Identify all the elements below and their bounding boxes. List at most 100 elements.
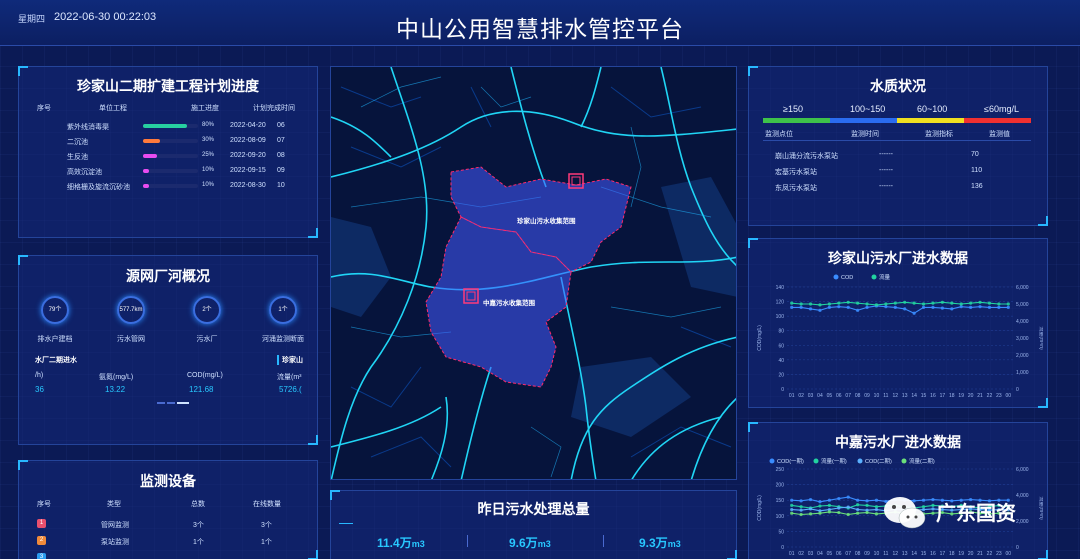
map-view[interactable]: 珍家山污水收集范围 中嘉污水收集范围	[330, 66, 737, 480]
data-point[interactable]	[874, 507, 879, 512]
data-point[interactable]	[808, 512, 813, 516]
data-point[interactable]	[827, 305, 831, 309]
data-point[interactable]	[893, 301, 897, 305]
data-point[interactable]	[856, 308, 860, 312]
data-point[interactable]	[978, 305, 982, 309]
data-point[interactable]	[799, 512, 803, 517]
data-point[interactable]	[912, 301, 916, 305]
data-point[interactable]	[921, 302, 926, 306]
data-point[interactable]	[837, 497, 841, 501]
data-point[interactable]	[931, 301, 935, 305]
data-point[interactable]	[978, 300, 982, 304]
data-point[interactable]	[987, 301, 992, 305]
data-point[interactable]	[799, 505, 803, 509]
source-title: 源网厂河概况	[126, 268, 210, 284]
data-point[interactable]	[856, 503, 860, 507]
data-point[interactable]	[931, 305, 935, 309]
data-point[interactable]	[837, 305, 841, 309]
data-point[interactable]	[846, 512, 850, 517]
data-point[interactable]	[865, 305, 869, 309]
data-point[interactable]	[790, 507, 794, 512]
chart-legend-item[interactable]: COD(一期)	[769, 458, 805, 465]
device-row-type: 管网监测	[101, 522, 129, 529]
data-point[interactable]	[799, 305, 803, 309]
data-point[interactable]	[846, 305, 850, 309]
data-point[interactable]	[997, 305, 1001, 309]
data-point[interactable]	[790, 503, 794, 507]
data-point[interactable]	[912, 311, 916, 315]
data-point[interactable]	[921, 305, 926, 309]
data-point[interactable]	[827, 503, 831, 507]
water-col-time: 监测时间	[851, 131, 879, 138]
data-point[interactable]	[856, 511, 860, 515]
data-point[interactable]	[1006, 305, 1010, 309]
x-tick-label: 03	[808, 551, 814, 557]
data-point[interactable]	[808, 497, 813, 502]
summary-panel: 昨日污水处理总量 11.4万m3 9.6万m3 9.3万m3	[330, 490, 737, 559]
data-point[interactable]	[790, 301, 794, 305]
data-point[interactable]	[950, 307, 954, 311]
map-svg[interactable]: 珍家山污水收集范围 中嘉污水收集范围	[331, 67, 737, 480]
data-point[interactable]	[903, 300, 907, 304]
data-point[interactable]	[790, 511, 794, 515]
data-point[interactable]	[818, 504, 822, 508]
pager-dot-2[interactable]	[167, 402, 175, 404]
chart1-svg[interactable]: COD 流量02040608010012014001,0002,0003,0004…	[753, 271, 1043, 403]
data-point[interactable]	[790, 305, 794, 309]
data-point[interactable]	[846, 300, 850, 304]
data-point[interactable]	[799, 499, 803, 503]
data-point[interactable]	[940, 300, 944, 304]
data-point[interactable]	[874, 512, 879, 516]
data-point[interactable]	[818, 303, 822, 307]
chart-legend-item[interactable]: COD(二期)	[857, 458, 893, 465]
data-point[interactable]	[808, 507, 813, 511]
data-point[interactable]	[818, 511, 822, 515]
chart-legend-item[interactable]: 流量	[871, 273, 891, 281]
data-point[interactable]	[865, 503, 869, 507]
data-point[interactable]	[969, 301, 973, 305]
chart-legend-item[interactable]: 流量(一期)	[813, 457, 847, 465]
data-point[interactable]	[790, 498, 794, 502]
data-point[interactable]	[865, 302, 869, 306]
data-point[interactable]	[969, 305, 973, 309]
data-point[interactable]	[799, 508, 803, 512]
data-point[interactable]	[959, 302, 963, 306]
data-point[interactable]	[874, 498, 879, 502]
data-point[interactable]	[856, 301, 860, 305]
data-point[interactable]	[903, 307, 907, 311]
data-point[interactable]	[837, 506, 841, 510]
pager-dot-3[interactable]	[177, 402, 189, 404]
x-tick-label: 22	[987, 393, 993, 399]
data-point[interactable]	[940, 306, 944, 310]
data-point[interactable]	[865, 510, 869, 515]
pager-dot-1[interactable]	[157, 402, 165, 404]
data-point[interactable]	[1006, 302, 1010, 306]
data-point[interactable]	[987, 305, 992, 309]
data-point[interactable]	[837, 301, 841, 305]
data-point[interactable]	[827, 302, 831, 306]
data-point[interactable]	[856, 507, 860, 512]
data-point[interactable]	[856, 498, 860, 502]
data-point[interactable]	[818, 308, 822, 312]
legend-label: COD(二期)	[865, 458, 892, 465]
chart-legend-item[interactable]: COD	[833, 274, 854, 282]
data-point[interactable]	[874, 505, 879, 509]
data-point[interactable]	[997, 302, 1001, 306]
data-point[interactable]	[818, 500, 822, 504]
data-point[interactable]	[893, 305, 897, 309]
data-point[interactable]	[827, 498, 831, 502]
data-point[interactable]	[884, 302, 888, 306]
x-tick-label: 06	[836, 393, 842, 399]
data-point[interactable]	[827, 510, 831, 514]
data-point[interactable]	[837, 510, 841, 515]
data-point[interactable]	[874, 303, 879, 307]
chart-legend-item[interactable]: 流量(二期)	[901, 457, 935, 465]
data-point[interactable]	[808, 302, 813, 306]
data-point[interactable]	[950, 301, 954, 305]
data-point[interactable]	[846, 495, 850, 499]
data-point[interactable]	[799, 302, 803, 306]
y-tick-label: 80	[778, 329, 784, 335]
data-point[interactable]	[865, 499, 869, 503]
data-point[interactable]	[808, 307, 813, 311]
data-point[interactable]	[846, 505, 850, 509]
